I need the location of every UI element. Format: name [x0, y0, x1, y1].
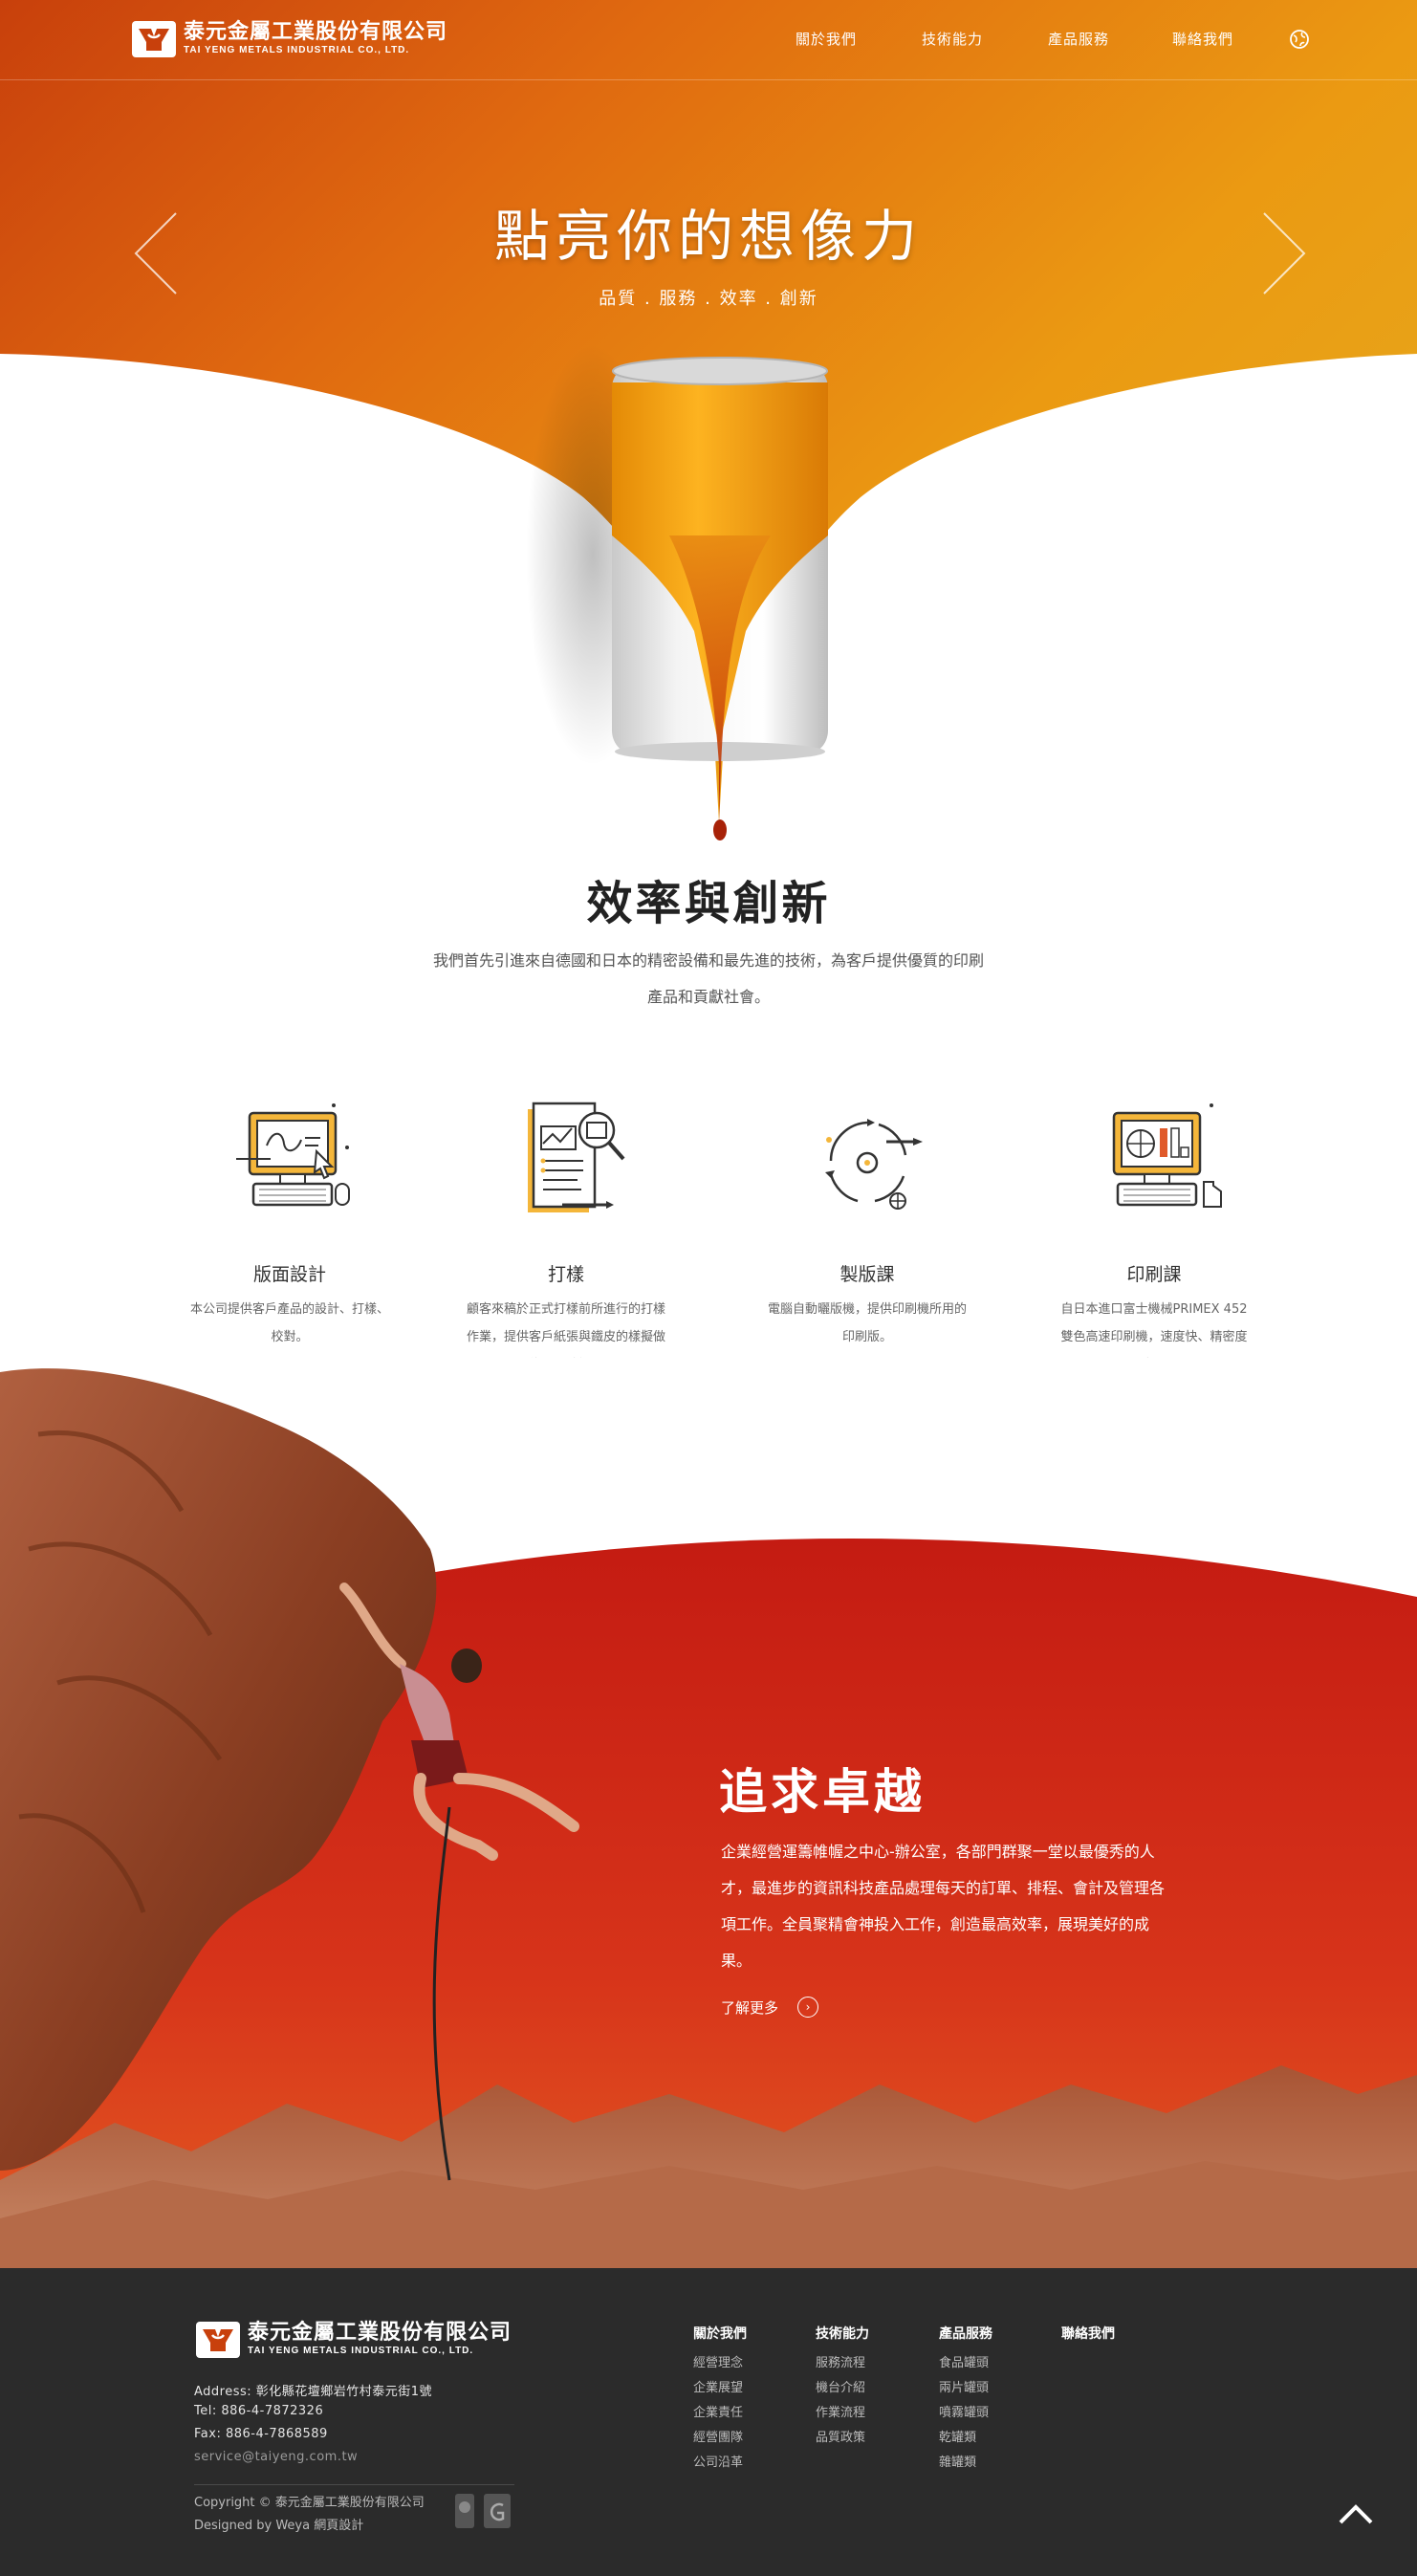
nav-about[interactable]: 關於我們 — [796, 29, 857, 49]
footer-brand-name-cn: 泰元金屬工業股份有限公司 — [248, 2321, 512, 2345]
footer-divider — [194, 2484, 514, 2485]
pursuit-title: 追求卓越 — [719, 1764, 926, 1820]
footer-fax: Fax: 886-4-7868589 — [194, 2427, 328, 2441]
proof-document-icon — [528, 1102, 625, 1212]
climber-background — [0, 1358, 1417, 2268]
footer-link[interactable]: 作業流程 — [816, 2402, 865, 2420]
footer-link[interactable]: 企業責任 — [693, 2402, 743, 2420]
chevron-right-icon: › — [797, 1997, 819, 2018]
brand-logo[interactable]: 泰元金屬工業股份有限公司 TAI YENG METALS INDUSTRIAL … — [132, 21, 447, 57]
service-title: 製版課 — [839, 1264, 895, 1285]
footer-col-about[interactable]: 關於我們 — [693, 2324, 747, 2343]
efficiency-description: 我們首先引進來自德國和日本的精密設備和最先進的技術，為客戶提供優質的印刷產品和貢… — [432, 951, 984, 1006]
footer-link[interactable]: 兩片罐頭 — [939, 2377, 989, 2395]
footer-tel: Tel: 886-4-7872326 — [194, 2404, 324, 2418]
footer-link[interactable]: 噴霧罐頭 — [939, 2402, 989, 2420]
logo-mark-icon — [196, 2322, 240, 2358]
brand-name-en: TAI YENG METALS INDUSTRIAL CO., LTD. — [184, 45, 410, 55]
footer-link[interactable]: 乾罐類 — [939, 2427, 976, 2445]
footer-link[interactable]: 公司沿革 — [693, 2452, 743, 2470]
footer-link[interactable]: 機台介紹 — [816, 2377, 865, 2395]
nav-contact[interactable]: 聯絡我們 — [1172, 29, 1233, 49]
footer-link[interactable]: 經營理念 — [693, 2352, 743, 2370]
footer-link[interactable]: 經營團隊 — [693, 2427, 743, 2445]
efficiency-title: 效率與創新 — [586, 877, 831, 930]
footer-designed-by: Designed by Weya 網頁設計 — [194, 2519, 364, 2533]
service-title: 打樣 — [547, 1264, 584, 1285]
hero-title: 點亮你的想像力 — [493, 204, 923, 269]
footer-address: Address: 彰化縣花壇鄉岩竹村泰元街1號 — [194, 2385, 433, 2399]
footer-email[interactable]: service@taiyeng.com.tw — [194, 2450, 358, 2464]
printing-computer-icon — [1112, 1103, 1222, 1208]
top-navbar: 泰元金屬工業股份有限公司 TAI YENG METALS INDUSTRIAL … — [0, 0, 1417, 80]
footer-col-technology[interactable]: 技術能力 — [816, 2324, 869, 2343]
pursuit-description: 企業經營運籌帷幄之中心-辦公室，各部門群聚一堂以最優秀的人才，最進步的資訊科技產… — [721, 1843, 1166, 1970]
pursuit-section — [0, 1358, 1417, 2268]
computer-design-icon — [236, 1103, 350, 1207]
certification-badge-icon — [455, 2494, 474, 2528]
service-description: 電腦自動曬版機，提供印刷機所用的印刷版。 — [767, 1302, 967, 1344]
footer-link[interactable]: 食品罐頭 — [939, 2352, 989, 2370]
service-title: 印刷課 — [1126, 1264, 1182, 1285]
service-card-proofing[interactable]: 打樣 顧客來稿於正式打樣前所進行的打樣作業，提供客戶紙張與鐵皮的樣擬做修正及確認… — [447, 1090, 686, 1379]
footer-copyright: Copyright © 泰元金屬工業股份有限公司 — [194, 2496, 425, 2510]
footer-logo[interactable]: 泰元金屬工業股份有限公司 TAI YENG METALS INDUSTRIAL … — [196, 2322, 512, 2358]
service-card-printing[interactable]: 印刷課 自日本進口富士機械PRIMEX 452 雙色高速印刷機，速度快、精密度高… — [1035, 1090, 1274, 1379]
footer-brand-name-en: TAI YENG METALS INDUSTRIAL CO., LTD. — [248, 2346, 474, 2356]
logo-mark-icon — [132, 21, 176, 57]
service-title: 版面設計 — [252, 1264, 326, 1285]
learn-more-link[interactable]: 了解更多 › — [721, 1997, 819, 2018]
footer-col-products[interactable]: 產品服務 — [939, 2324, 992, 2343]
service-description: 本公司提供客戶產品的設計、打樣、校對。 — [189, 1302, 389, 1344]
plate-cycle-icon — [825, 1119, 923, 1210]
hero-subtitle: 品質 . 服務 . 效率 . 創新 — [599, 289, 818, 309]
footer-link[interactable]: 企業展望 — [693, 2377, 743, 2395]
learn-more-label: 了解更多 — [721, 1998, 779, 2017]
footer-link[interactable]: 雜罐類 — [939, 2452, 976, 2470]
hero-background — [0, 0, 1417, 861]
service-card-platemaking[interactable]: 製版課 電腦自動曬版機，提供印刷機所用的印刷版。 — [748, 1090, 987, 1351]
nav-products[interactable]: 產品服務 — [1048, 29, 1109, 49]
hero-section: 泰元金屬工業股份有限公司 TAI YENG METALS INDUSTRIAL … — [0, 0, 1417, 861]
footer-col-contact[interactable]: 聯絡我們 — [1061, 2324, 1115, 2343]
certification-badges — [453, 2492, 512, 2530]
brand-name-cn: 泰元金屬工業股份有限公司 — [184, 20, 448, 44]
footer-link[interactable]: 服務流程 — [816, 2352, 865, 2370]
service-card-design[interactable]: 版面設計 本公司提供客戶產品的設計、打樣、校對。 — [170, 1090, 409, 1351]
nav-technology[interactable]: 技術能力 — [922, 29, 983, 49]
back-to-top-icon[interactable] — [1335, 2494, 1377, 2536]
footer-link[interactable]: 品質政策 — [816, 2427, 865, 2445]
quality-badge-icon — [484, 2494, 511, 2528]
globe-icon[interactable] — [1289, 29, 1310, 50]
